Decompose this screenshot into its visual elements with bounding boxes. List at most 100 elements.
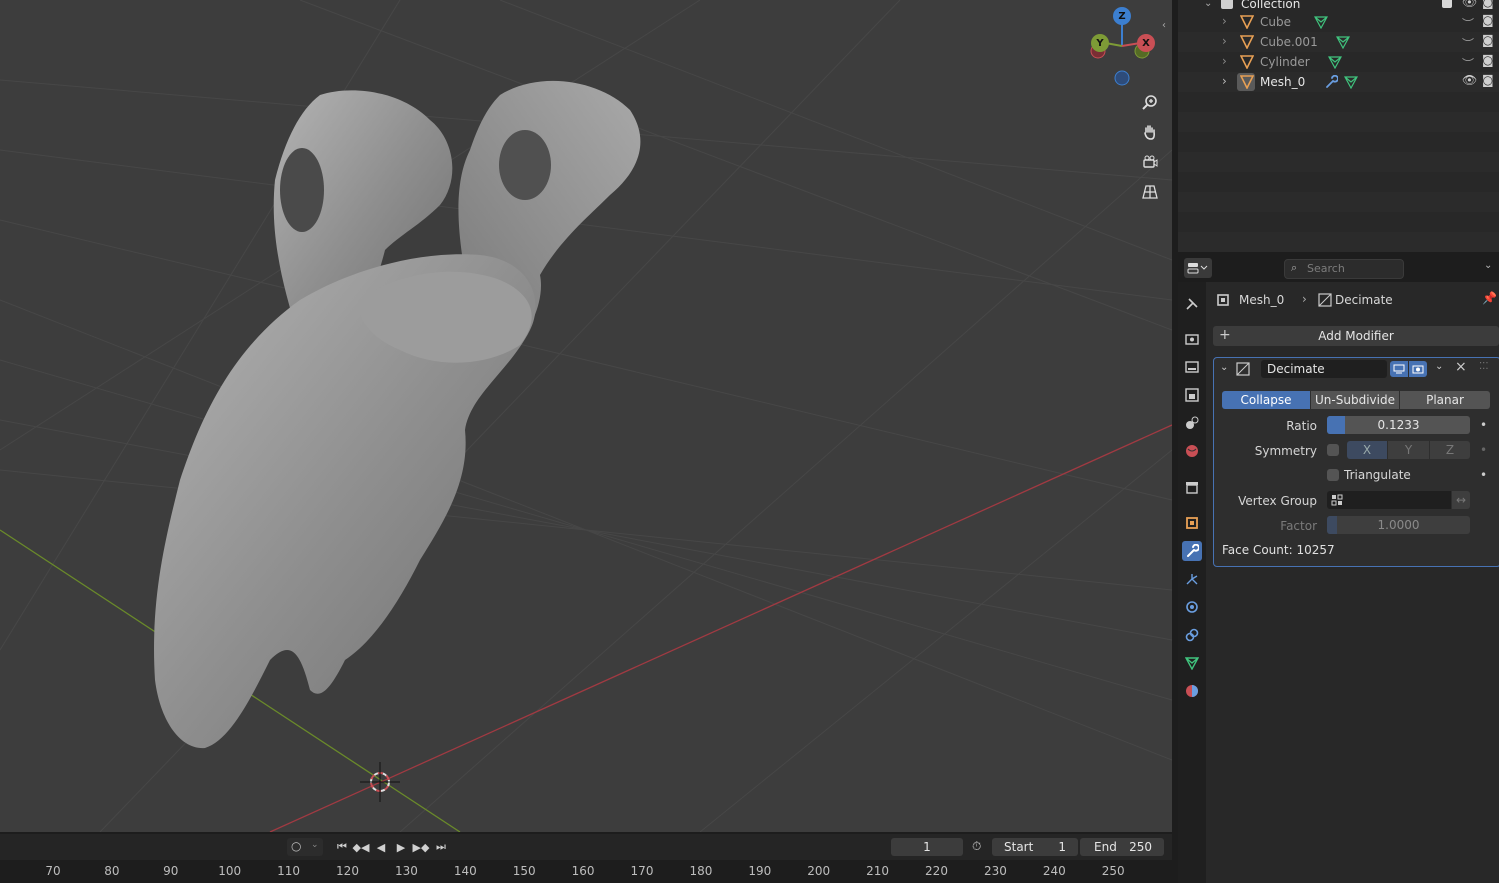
chevron-down-icon[interactable]: ⌄: [1220, 362, 1228, 373]
chevron-down-icon[interactable]: ⌄: [1204, 0, 1212, 9]
outliner-item-cube-001[interactable]: › Cube.001 ︶ ◙: [1178, 32, 1499, 52]
chevron-right-icon[interactable]: ›: [1222, 34, 1227, 48]
triangulate-checkbox[interactable]: [1327, 469, 1339, 481]
chevron-right-icon[interactable]: ›: [1222, 14, 1227, 28]
search-input[interactable]: ⌕ Search: [1284, 259, 1404, 279]
outliner-item-cube[interactable]: › Cube ︶ ◙: [1178, 12, 1499, 32]
eye-icon[interactable]: 👁: [1462, 73, 1477, 87]
gizmo-z[interactable]: Z: [1113, 7, 1131, 25]
render-tab-icon[interactable]: [1182, 329, 1202, 349]
ratio-slider[interactable]: 0.1233: [1327, 416, 1470, 434]
mesh-data-icon: [1336, 36, 1350, 49]
jump-to-keyframe-prev-icon[interactable]: ◆◀: [353, 839, 370, 855]
outliner-item-cylinder[interactable]: › Cylinder ︶ ◙: [1178, 52, 1499, 72]
keying-menu[interactable]: ○ ⌄: [287, 838, 323, 856]
end-frame-field[interactable]: End 250: [1080, 838, 1164, 856]
perspective-grid-icon[interactable]: [1138, 180, 1162, 204]
ruler-tick-label: 210: [866, 864, 890, 878]
mode-collapse-button[interactable]: Collapse: [1222, 391, 1310, 409]
object-icon: [1217, 294, 1229, 306]
search-placeholder: Search: [1307, 262, 1345, 275]
eye-closed-icon[interactable]: ︶: [1462, 55, 1474, 72]
scene-tab-icon[interactable]: [1182, 413, 1202, 433]
data-tab-icon[interactable]: [1182, 653, 1202, 673]
tool-tab-icon[interactable]: [1182, 294, 1202, 314]
monitor-icon: [1393, 364, 1405, 374]
keyframe-dot-icon[interactable]: •: [1480, 418, 1487, 432]
playback-controls: ⏮ ◆◀ ◀ ▶ ▶◆ ⏭: [332, 834, 452, 860]
start-value: 1: [1058, 840, 1066, 854]
pan-hand-icon[interactable]: [1138, 120, 1162, 144]
chevron-right-icon[interactable]: ›: [1222, 74, 1227, 88]
modifier-name-input[interactable]: Decimate: [1261, 360, 1387, 378]
exclude-checkbox[interactable]: [1442, 0, 1452, 8]
gizmo-x[interactable]: X: [1137, 34, 1155, 52]
modifier-menu-chevron-icon[interactable]: ⌄: [1435, 361, 1443, 372]
particles-tab-icon[interactable]: [1182, 569, 1202, 589]
add-modifier-button[interactable]: + Add Modifier: [1213, 326, 1499, 346]
material-tab-icon[interactable]: [1182, 681, 1202, 701]
navigation-gizmo[interactable]: Z Y X: [1082, 4, 1162, 88]
symmetry-label: Symmetry: [1254, 444, 1317, 458]
vertex-group-field[interactable]: [1327, 491, 1451, 509]
output-tab-icon[interactable]: [1182, 357, 1202, 377]
eye-icon[interactable]: 👁: [1462, 0, 1477, 9]
stopwatch-icon[interactable]: ⏱: [972, 839, 990, 855]
drag-handle-icon[interactable]: ⁚⁚⁚: [1479, 361, 1489, 372]
editor-type-menu[interactable]: [1184, 258, 1212, 278]
outliner-item-mesh-0[interactable]: › Mesh_0 👁 ◙: [1178, 72, 1499, 92]
render-camera-icon[interactable]: ◙: [1482, 73, 1494, 87]
invert-vertex-group-icon[interactable]: ↔: [1452, 491, 1470, 509]
plus-icon: +: [1219, 327, 1231, 343]
mesh-object-icon: [1240, 35, 1254, 49]
render-camera-icon[interactable]: ◙: [1482, 0, 1494, 9]
object-tab-icon[interactable]: [1182, 513, 1202, 533]
physics-tab-icon[interactable]: [1182, 597, 1202, 617]
zoom-icon[interactable]: [1138, 90, 1162, 114]
collection-tab-icon[interactable]: [1182, 477, 1202, 497]
3d-viewport[interactable]: Z Y X: [0, 0, 1172, 832]
sidebar-toggle-icon[interactable]: ‹: [1162, 20, 1172, 36]
render-camera-icon[interactable]: ◙: [1482, 33, 1494, 47]
show-viewport-toggle[interactable]: [1390, 361, 1408, 377]
ruler-tick-label: 200: [807, 864, 831, 878]
factor-slider[interactable]: 1.0000: [1327, 516, 1470, 534]
render-camera-icon[interactable]: ◙: [1482, 13, 1494, 27]
pin-icon[interactable]: 📌: [1482, 291, 1497, 305]
chevron-right-icon[interactable]: ›: [1222, 54, 1227, 68]
world-tab-icon[interactable]: [1182, 441, 1202, 461]
current-frame-field[interactable]: 1: [891, 838, 963, 856]
outliner-empty-row: [1178, 152, 1499, 172]
keyframe-dot-icon[interactable]: •: [1480, 468, 1487, 482]
mode-planar-button[interactable]: Planar: [1400, 391, 1490, 409]
play-reverse-icon[interactable]: ◀: [373, 839, 389, 855]
modifier-tab-wrench-icon[interactable]: [1182, 541, 1202, 561]
play-icon[interactable]: ▶: [393, 839, 409, 855]
gizmo-y[interactable]: Y: [1091, 34, 1109, 52]
symmetry-axis-y[interactable]: Y: [1388, 441, 1429, 459]
render-camera-icon[interactable]: ◙: [1482, 53, 1494, 67]
start-frame-field[interactable]: Start 1: [992, 838, 1078, 856]
jump-to-start-icon[interactable]: ⏮: [334, 839, 350, 855]
symmetry-axis-x[interactable]: X: [1347, 441, 1387, 459]
constraints-tab-icon[interactable]: [1182, 625, 1202, 645]
symmetry-axis-z[interactable]: Z: [1430, 441, 1470, 459]
jump-to-keyframe-next-icon[interactable]: ▶◆: [413, 839, 430, 855]
show-render-toggle[interactable]: [1409, 361, 1427, 377]
eye-closed-icon[interactable]: ︶: [1462, 35, 1474, 52]
camera-view-icon[interactable]: [1138, 150, 1162, 174]
jump-to-end-icon[interactable]: ⏭: [433, 839, 449, 855]
eye-closed-icon[interactable]: ︶: [1462, 15, 1474, 32]
ruler-tick-label: 140: [453, 864, 477, 878]
close-icon[interactable]: ×: [1455, 359, 1467, 375]
chevron-down-icon[interactable]: ⌄: [1484, 260, 1492, 271]
record-circle-icon: ○: [291, 839, 302, 853]
mesh-object-icon: [1240, 75, 1254, 89]
timeline-ruler[interactable]: 70 80 90 100 110 120 130 140 150 160 170 180 190 200 2…: [0, 860, 1172, 883]
symmetry-checkbox[interactable]: [1327, 444, 1339, 456]
keyframe-dot-icon[interactable]: •: [1480, 443, 1487, 457]
ruler-tick-label: 110: [277, 864, 301, 878]
view-layer-tab-icon[interactable]: [1182, 385, 1202, 405]
factor-value: 1.0000: [1377, 518, 1420, 532]
mode-un-subdivide-button[interactable]: Un-Subdivide: [1311, 391, 1399, 409]
